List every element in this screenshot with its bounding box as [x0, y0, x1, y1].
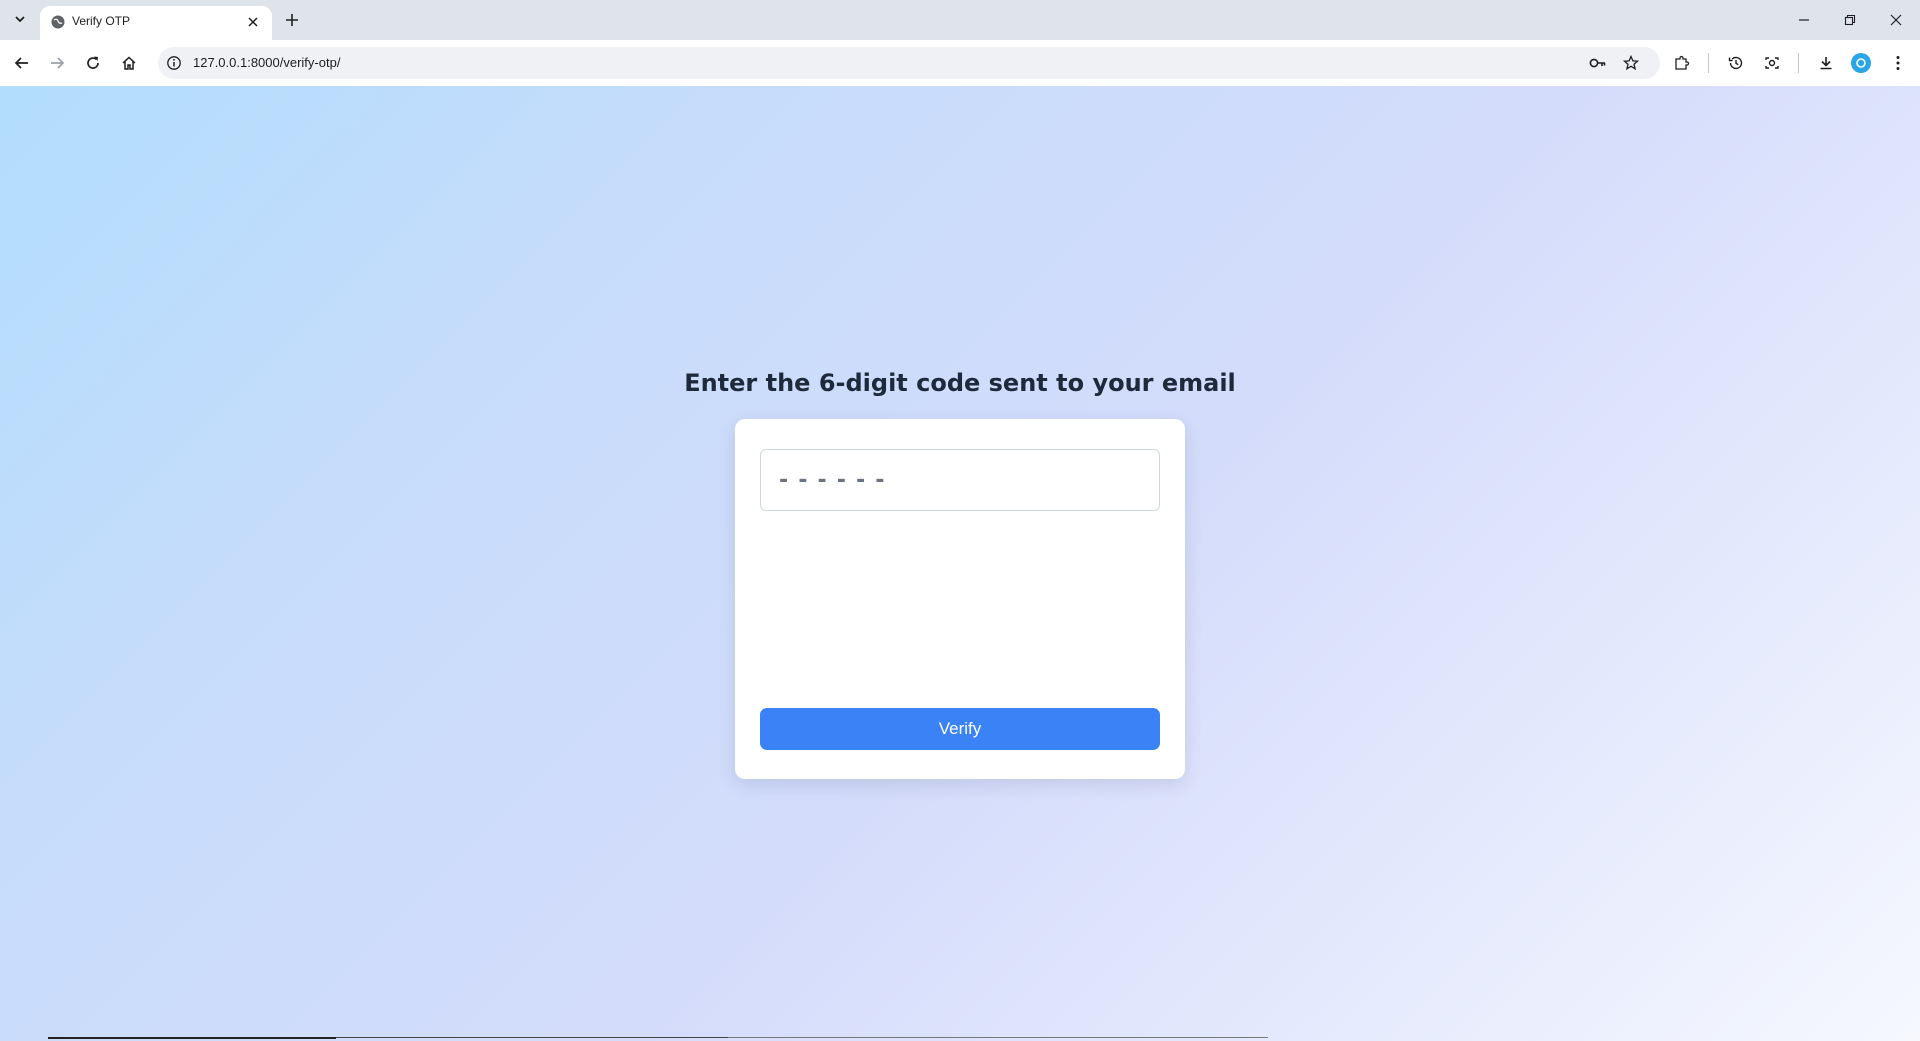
history-button[interactable] — [1722, 49, 1750, 77]
reload-icon — [87, 56, 99, 69]
arrow-left-icon — [14, 57, 28, 69]
toolbar-separator — [1798, 53, 1799, 73]
globe-icon — [51, 15, 65, 29]
close-icon — [1890, 14, 1902, 26]
downloads-button[interactable] — [1812, 49, 1840, 77]
plus-icon — [286, 14, 298, 26]
arrow-right-icon — [51, 57, 65, 69]
history-icon — [1728, 56, 1743, 70]
close-icon — [248, 17, 258, 27]
address-bar[interactable]: 127.0.0.1:8000/verify-otp/ — [158, 47, 1660, 79]
extensions-button[interactable] — [1668, 49, 1696, 77]
restore-icon — [1844, 14, 1856, 26]
camera-icon — [1765, 57, 1779, 69]
forward-button[interactable] — [43, 49, 71, 77]
new-tab-button[interactable] — [280, 8, 304, 32]
menu-button[interactable] — [1884, 49, 1912, 77]
puzzle-icon — [1675, 55, 1690, 70]
tab-search-button[interactable] — [8, 7, 32, 31]
otp-card: Verify — [735, 419, 1185, 779]
close-window-button[interactable] — [1876, 4, 1916, 36]
toolbar-separator — [1708, 53, 1709, 73]
page-viewport: Enter the 6-digit code sent to your emai… — [0, 86, 1920, 1041]
divider — [728, 1037, 1268, 1038]
star-icon — [1623, 55, 1639, 71]
browser-tab[interactable]: Verify OTP — [40, 6, 272, 40]
tab-strip: Verify OTP — [0, 0, 1920, 40]
minimize-button[interactable] — [1784, 4, 1824, 36]
tab-title: Verify OTP — [72, 14, 131, 28]
minimize-icon — [1799, 19, 1809, 21]
page-title: Enter the 6-digit code sent to your emai… — [684, 369, 1236, 397]
bookmark-button[interactable] — [1621, 53, 1641, 73]
password-key-button[interactable] — [1588, 53, 1608, 73]
download-icon — [1820, 57, 1832, 70]
home-button[interactable] — [115, 49, 143, 77]
divider — [336, 1037, 728, 1038]
tab-close-button[interactable] — [244, 13, 262, 31]
kebab-menu-icon — [1896, 56, 1900, 70]
verify-button[interactable]: Verify — [760, 708, 1160, 750]
profile-icon — [1856, 58, 1866, 68]
profile-avatar[interactable] — [1851, 53, 1871, 73]
otp-input[interactable] — [760, 449, 1160, 511]
home-icon — [122, 56, 136, 70]
key-icon — [1589, 58, 1606, 68]
divider — [48, 1037, 336, 1039]
chevron-down-icon — [15, 16, 25, 23]
reload-button[interactable] — [79, 49, 107, 77]
info-icon[interactable] — [166, 55, 182, 71]
screenshot-button[interactable] — [1758, 49, 1786, 77]
restore-button[interactable] — [1830, 4, 1870, 36]
url-text: 127.0.0.1:8000/verify-otp/ — [193, 55, 341, 70]
back-button[interactable] — [8, 49, 36, 77]
